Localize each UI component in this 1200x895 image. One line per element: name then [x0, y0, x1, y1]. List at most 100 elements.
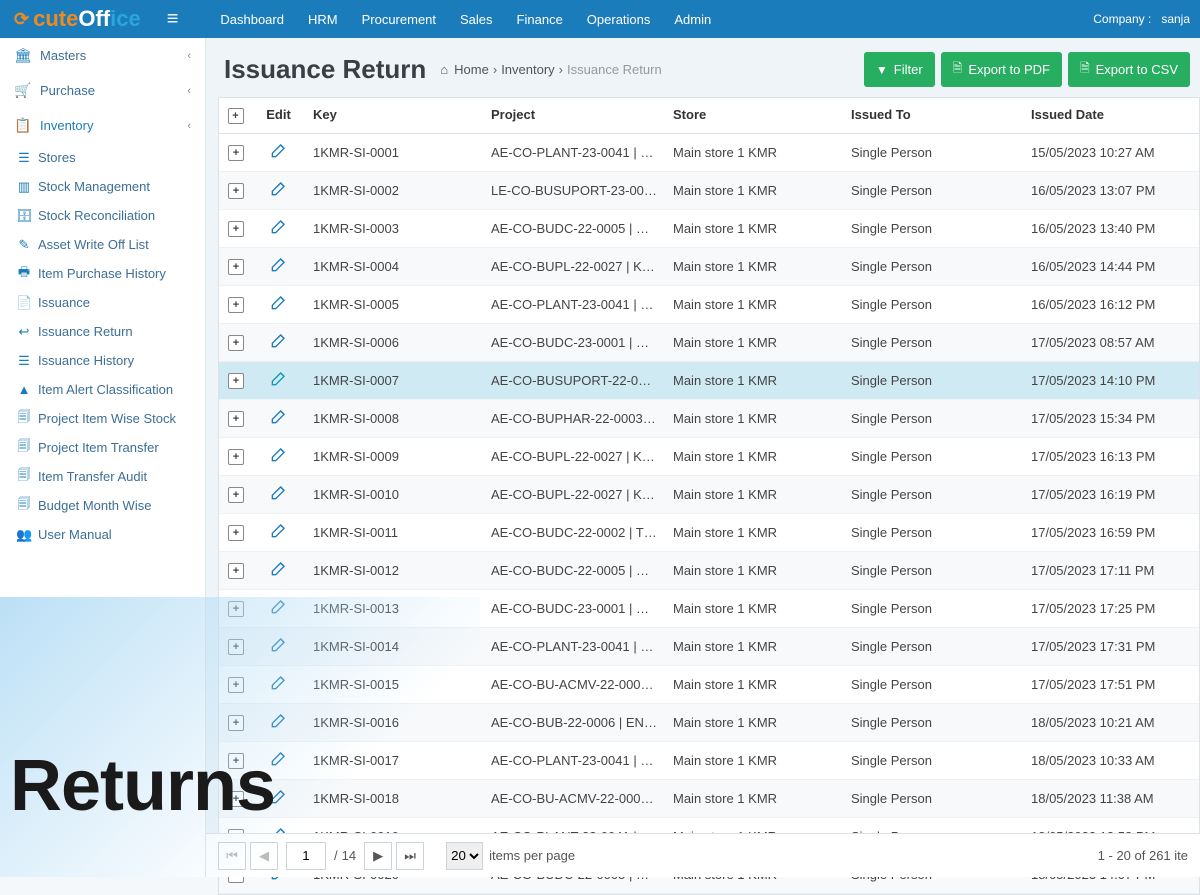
row-expand[interactable]: + [219, 518, 253, 547]
row-expand[interactable]: + [219, 138, 253, 167]
expand-icon[interactable]: + [228, 715, 244, 731]
sidebar-item-item-purchase-history[interactable]: 🖶Item Purchase History [38, 259, 205, 288]
expand-icon[interactable]: + [228, 563, 244, 579]
row-expand[interactable]: + [219, 366, 253, 395]
nav-admin[interactable]: Admin [664, 2, 721, 37]
col-project[interactable]: Project [483, 98, 665, 133]
edit-icon[interactable] [269, 258, 289, 278]
edit-icon[interactable] [269, 752, 289, 772]
nav-finance[interactable]: Finance [507, 2, 573, 37]
row-expand[interactable]: + [219, 214, 253, 243]
nav-dashboard[interactable]: Dashboard [210, 2, 294, 37]
table-row[interactable]: +1KMR-SI-0013AE-CO-BUDC-23-0001 | KJM0..… [219, 590, 1199, 628]
col-issued-date[interactable]: Issued Date [1023, 98, 1191, 133]
nav-sales[interactable]: Sales [450, 2, 503, 37]
filter-button[interactable]: ▼Filter [864, 52, 935, 87]
expand-icon[interactable]: + [228, 259, 244, 275]
table-row[interactable]: +1KMR-SI-0011AE-CO-BUDC-22-0002 | TCN0..… [219, 514, 1199, 552]
row-edit[interactable] [253, 476, 305, 513]
edit-icon[interactable] [269, 182, 289, 202]
table-row[interactable]: +1KMR-SI-0005AE-CO-PLANT-23-0041 | RTR..… [219, 286, 1199, 324]
row-edit[interactable] [253, 400, 305, 437]
pager-pagesize-select[interactable]: 20 [446, 842, 483, 870]
sidebar-item-project-item-transfer[interactable]: 🗐Project Item Transfer [38, 433, 205, 462]
row-expand[interactable]: + [219, 594, 253, 623]
table-row[interactable]: +1KMR-SI-0017AE-CO-PLANT-23-0041 | RTR..… [219, 742, 1199, 780]
edit-icon[interactable] [269, 714, 289, 734]
table-row[interactable]: +1KMR-SI-0002LE-CO-BUSUPORT-23-0001 ...M… [219, 172, 1199, 210]
expand-icon[interactable]: + [228, 449, 244, 465]
edit-icon[interactable] [269, 486, 289, 506]
export-pdf-button[interactable]: 🗎Export to PDF [941, 52, 1062, 87]
row-expand[interactable]: + [219, 670, 253, 699]
nav-procurement[interactable]: Procurement [352, 2, 446, 37]
expand-all-icon[interactable]: + [228, 108, 244, 124]
col-store[interactable]: Store [665, 98, 843, 133]
expand-icon[interactable]: + [228, 677, 244, 693]
expand-icon[interactable]: + [228, 753, 244, 769]
edit-icon[interactable] [269, 410, 289, 430]
edit-icon[interactable] [269, 600, 289, 620]
sidebar-item-asset-write-off-list[interactable]: ✎Asset Write Off List [38, 230, 205, 259]
row-expand[interactable]: + [219, 442, 253, 471]
brand-logo[interactable]: ⟳ cuteOffice [0, 6, 155, 32]
row-expand[interactable]: + [219, 632, 253, 661]
sidebar-item-issuance-return[interactable]: ↩Issuance Return [38, 317, 205, 346]
pager-page-input[interactable] [286, 842, 326, 870]
table-row[interactable]: +1KMR-SI-0010AE-CO-BUPL-22-0027 | KUR0..… [219, 476, 1199, 514]
expand-icon[interactable]: + [228, 145, 244, 161]
pager-next-button[interactable]: ▶ [364, 842, 392, 870]
col-key[interactable]: Key [305, 98, 483, 133]
row-expand[interactable]: + [219, 480, 253, 509]
table-row[interactable]: +1KMR-SI-0018AE-CO-BU-ACMV-22-0001 | R..… [219, 780, 1199, 818]
col-expand[interactable]: + [219, 98, 253, 133]
edit-icon[interactable] [269, 220, 289, 240]
sidebar-item-item-transfer-audit[interactable]: 🗐Item Transfer Audit [38, 462, 205, 491]
sidebar-group-masters[interactable]: 🏛Masters‹ [0, 38, 205, 73]
row-edit[interactable] [253, 438, 305, 475]
nav-hrm[interactable]: HRM [298, 2, 348, 37]
col-issued-to[interactable]: Issued To [843, 98, 1023, 133]
edit-icon[interactable] [269, 296, 289, 316]
edit-icon[interactable] [269, 676, 289, 696]
row-expand[interactable]: + [219, 290, 253, 319]
breadcrumb-inventory[interactable]: Inventory [501, 62, 554, 77]
table-row[interactable]: +1KMR-SI-0006AE-CO-BUDC-23-0001 | KJM0..… [219, 324, 1199, 362]
expand-icon[interactable]: + [228, 487, 244, 503]
expand-icon[interactable]: + [228, 411, 244, 427]
row-edit[interactable] [253, 552, 305, 589]
table-row[interactable]: +1KMR-SI-0014AE-CO-PLANT-23-0041 | RTR..… [219, 628, 1199, 666]
row-edit[interactable] [253, 362, 305, 399]
table-row[interactable]: +1KMR-SI-0016AE-CO-BUB-22-0006 | ENV00..… [219, 704, 1199, 742]
table-row[interactable]: +1KMR-SI-0003AE-CO-BUDC-22-0005 | PWP0..… [219, 210, 1199, 248]
expand-icon[interactable]: + [228, 335, 244, 351]
row-expand[interactable]: + [219, 556, 253, 585]
breadcrumb-home[interactable]: Home [454, 62, 489, 77]
row-edit[interactable] [253, 666, 305, 703]
sidebar-group-inventory[interactable]: 📋Inventory‹ [0, 108, 205, 143]
sidebar-item-budget-month-wise[interactable]: 🗐Budget Month Wise [38, 491, 205, 520]
row-edit[interactable] [253, 248, 305, 285]
expand-icon[interactable]: + [228, 639, 244, 655]
expand-icon[interactable]: + [228, 183, 244, 199]
row-edit[interactable] [253, 780, 305, 817]
row-edit[interactable] [253, 134, 305, 171]
edit-icon[interactable] [269, 372, 289, 392]
sidebar-item-issuance-history[interactable]: ☰Issuance History [38, 346, 205, 375]
sidebar-item-stores[interactable]: ☰Stores [38, 143, 205, 172]
row-expand[interactable]: + [219, 328, 253, 357]
expand-icon[interactable]: + [228, 297, 244, 313]
row-edit[interactable] [253, 742, 305, 779]
row-expand[interactable]: + [219, 784, 253, 813]
sidebar-item-issuance[interactable]: 📄Issuance [38, 288, 205, 317]
row-expand[interactable]: + [219, 252, 253, 281]
row-edit[interactable] [253, 286, 305, 323]
edit-icon[interactable] [269, 334, 289, 354]
table-row[interactable]: +1KMR-SI-0008AE-CO-BUPHAR-22-0003 | AL..… [219, 400, 1199, 438]
edit-icon[interactable] [269, 144, 289, 164]
sidebar-group-purchase[interactable]: 🛒Purchase‹ [0, 73, 205, 108]
table-row[interactable]: +1KMR-SI-0001AE-CO-PLANT-23-0041 | RTR..… [219, 134, 1199, 172]
row-expand[interactable]: + [219, 176, 253, 205]
table-row[interactable]: +1KMR-SI-0015AE-CO-BU-ACMV-22-0001 | R..… [219, 666, 1199, 704]
edit-icon[interactable] [269, 638, 289, 658]
